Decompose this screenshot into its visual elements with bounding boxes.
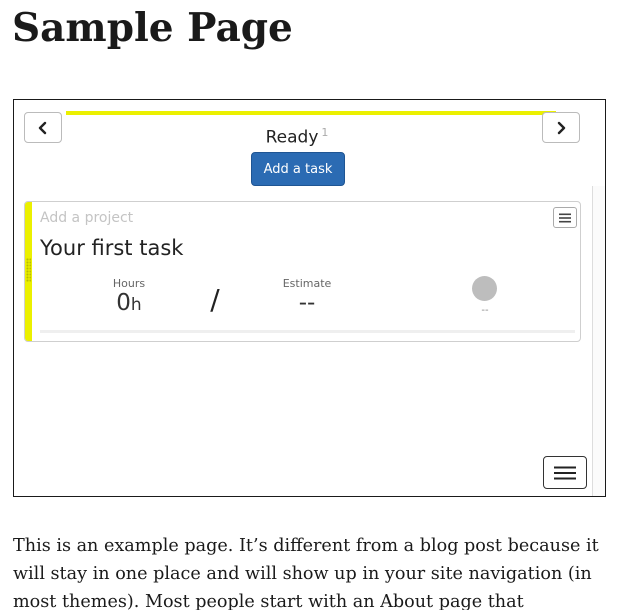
next-status-button[interactable] [542,112,580,143]
hamburger-icon [559,213,571,222]
main-menu-button[interactable] [543,456,587,489]
status-count-badge: 1 [321,126,329,139]
hours-label: Hours [112,277,146,290]
task-title[interactable]: Your first task [40,236,183,260]
task-widget: Ready1 Add a task Your first task Hours … [13,99,606,497]
status-heading: Ready 1 [14,121,580,150]
hamburger-icon [554,466,576,479]
hours-number: 0 [116,290,131,316]
status-progress-bar [66,111,556,115]
drag-handle-icon[interactable] [26,258,31,282]
scrollbar-track[interactable] [592,186,605,496]
page-title: Sample Page [12,5,293,51]
hours-unit: h [130,295,142,315]
time-separator: / [210,283,220,316]
chevron-right-icon [557,121,566,134]
task-card[interactable]: Your first task Hours 0h / Estimate -- -… [24,201,581,342]
page-body-text: This is an example page. It’s different … [13,536,599,610]
assignee-avatar[interactable] [472,276,497,301]
estimate-label: Estimate [282,277,332,290]
status-label: Ready [265,127,319,148]
hours-value[interactable]: 0h [99,290,159,316]
assignee-caption: -- [481,305,489,316]
task-progress-track [40,330,575,333]
add-task-button[interactable]: Add a task [251,152,345,186]
project-input[interactable] [40,208,340,228]
task-menu-button[interactable] [553,207,577,228]
estimate-value[interactable]: -- [272,290,342,316]
